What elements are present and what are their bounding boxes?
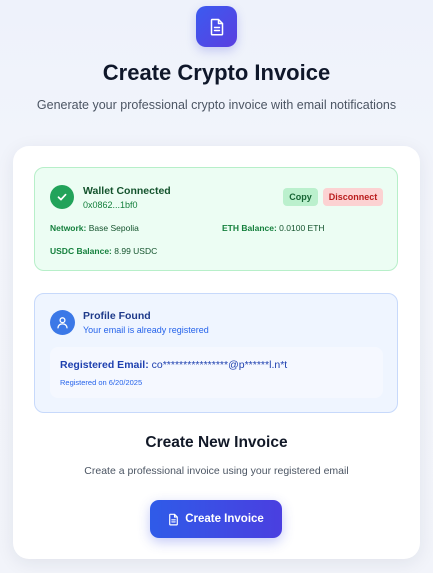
profile-status-title: Profile Found bbox=[83, 310, 151, 322]
usdc-balance-value: 8.99 USDC bbox=[114, 246, 158, 256]
registered-email-value: co****************@p******l.n*t bbox=[151, 359, 288, 371]
eth-balance-value: 0.0100 ETH bbox=[279, 223, 325, 233]
eth-balance-label: ETH Balance: bbox=[222, 223, 277, 233]
user-icon bbox=[50, 310, 75, 335]
profile-status-panel: Profile Found Your email is already regi… bbox=[34, 293, 398, 413]
registered-date: Registered on 6/20/2025 bbox=[60, 378, 143, 387]
document-icon bbox=[169, 513, 179, 525]
app-logo bbox=[196, 6, 237, 47]
create-invoice-description: Create a professional invoice using your… bbox=[84, 465, 349, 477]
eth-balance-info: ETH Balance: 0.0100 ETH bbox=[222, 223, 325, 233]
network-info: Network: Base Sepolia bbox=[50, 223, 139, 233]
disconnect-wallet-button[interactable]: Disconnect bbox=[323, 188, 383, 206]
create-invoice-button[interactable]: Create Invoice bbox=[150, 500, 282, 538]
wallet-status-panel: Wallet Connected 0x0862...1bf0 Copy Disc… bbox=[34, 167, 398, 271]
registered-email-label: Registered Email: bbox=[60, 359, 149, 371]
usdc-balance-info: USDC Balance: 8.99 USDC bbox=[50, 246, 157, 256]
registered-email-box: Registered Email: co****************@p**… bbox=[50, 347, 383, 398]
wallet-status-title: Wallet Connected bbox=[83, 185, 171, 197]
create-invoice-heading: Create New Invoice bbox=[145, 434, 288, 451]
network-value: Base Sepolia bbox=[88, 223, 139, 233]
document-icon bbox=[210, 18, 223, 36]
page-subtitle: Generate your professional crypto invoic… bbox=[36, 98, 397, 112]
usdc-balance-label: USDC Balance: bbox=[50, 246, 112, 256]
profile-status-subtitle: Your email is already registered bbox=[83, 325, 209, 335]
registered-email-line: Registered Email: co****************@p**… bbox=[60, 359, 287, 371]
wallet-address: 0x0862...1bf0 bbox=[83, 200, 138, 210]
check-circle-icon bbox=[50, 185, 74, 209]
network-label: Network: bbox=[50, 223, 87, 233]
invoice-card: Wallet Connected 0x0862...1bf0 Copy Disc… bbox=[13, 146, 420, 559]
copy-address-button[interactable]: Copy bbox=[283, 188, 318, 206]
page-title: Create Crypto Invoice bbox=[102, 60, 331, 85]
create-invoice-button-label: Create Invoice bbox=[185, 513, 264, 525]
